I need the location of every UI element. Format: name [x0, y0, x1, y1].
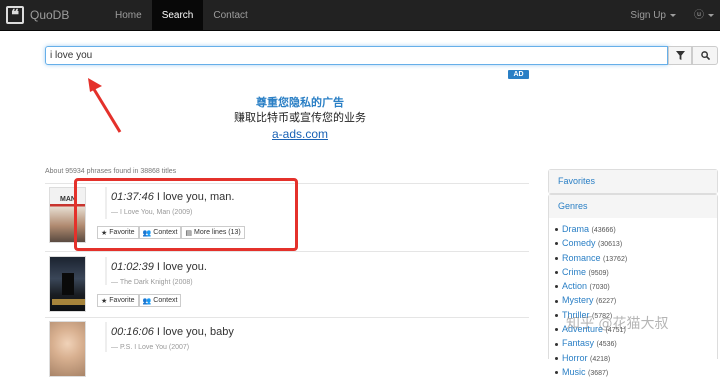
genre-item[interactable]: Romance (13762): [555, 252, 717, 266]
genre-name[interactable]: Mystery: [562, 295, 594, 305]
annotation-arrow-icon: [88, 78, 122, 133]
brand[interactable]: ❝ QuoDB: [6, 6, 69, 24]
result-item: 00:16:06 I love you, baby — P.S. I Love Y…: [45, 317, 529, 377]
genre-item[interactable]: Music (3687): [555, 366, 717, 380]
genre-count: (7030): [589, 284, 610, 292]
genres-heading[interactable]: Genres: [549, 195, 717, 218]
genre-name[interactable]: Romance: [562, 253, 601, 263]
genre-item[interactable]: Crime (9509): [555, 266, 717, 280]
quote-logo-icon: ❝: [6, 6, 24, 24]
filter-icon: [675, 51, 685, 60]
genre-count: (3687): [588, 369, 609, 377]
genre-name[interactable]: Comedy: [562, 238, 596, 248]
genre-count: (4218): [590, 355, 611, 363]
nav-home[interactable]: Home: [105, 0, 152, 31]
context-label: Context: [153, 297, 178, 304]
context-button[interactable]: 👥 Context: [138, 294, 182, 307]
filter-button[interactable]: [668, 46, 692, 65]
genre-name[interactable]: Crime: [562, 267, 586, 277]
quote-block: 01:02:39 I love you. — The Dark Knight (2…: [105, 257, 207, 286]
ad-badge[interactable]: AD: [508, 70, 529, 79]
genre-count: (43666): [591, 227, 616, 234]
genre-count: (13762): [603, 255, 628, 263]
favorite-label: Favorite: [109, 297, 135, 304]
watermark-text: 知乎 @花猫大叔: [566, 316, 669, 332]
result-item: 01:02:39 I love you. — The Dark Knight (2…: [45, 251, 529, 315]
ad-title: 尊重您隐私的广告: [256, 97, 344, 109]
favorite-button[interactable]: ★ Favorite: [97, 294, 139, 307]
genre-name[interactable]: Horror: [562, 353, 588, 363]
right-nav: Sign Up ⓤ: [620, 0, 720, 31]
genre-count: (4536): [596, 341, 617, 349]
main-nav: Home Search Contact: [105, 0, 258, 31]
ad-banner[interactable]: 尊重您隐私的广告 赚取比特币或宣传您的业务 a-ads.com: [170, 96, 430, 142]
result-actions: ★ Favorite 👥 Context: [97, 294, 182, 307]
genre-count: (6227): [596, 298, 617, 306]
results-count: About 95934 phrases found in 38868 title…: [45, 168, 177, 175]
signup-label: Sign Up: [630, 10, 666, 21]
nav-search[interactable]: Search: [151, 0, 204, 31]
genre-name[interactable]: Music: [562, 367, 586, 377]
caret-down-icon: [708, 13, 714, 17]
user-icon: ⓤ: [694, 10, 704, 21]
genre-item[interactable]: Fantasy (4536): [555, 337, 717, 351]
search-input[interactable]: i love you: [45, 46, 668, 65]
genre-count: (9509): [588, 269, 609, 277]
favorites-panel: Favorites: [548, 169, 718, 194]
genres-panel: Genres: [548, 194, 718, 218]
movie-poster[interactable]: [49, 321, 86, 377]
quote-source[interactable]: — P.S. I Love You (2007): [111, 344, 234, 351]
genre-item[interactable]: Comedy (30613): [555, 237, 717, 251]
genre-item[interactable]: Mystery (6227): [555, 294, 717, 308]
nav-contact[interactable]: Contact: [203, 0, 257, 31]
navbar: ❝ QuoDB Home Search Contact Sign Up ⓤ: [0, 0, 720, 31]
users-icon: 👥: [142, 297, 152, 305]
star-icon: ★: [101, 297, 108, 305]
quote-block: 00:16:06 I love you, baby — P.S. I Love Y…: [105, 322, 234, 352]
caret-down-icon: [670, 13, 676, 17]
quote-source[interactable]: — The Dark Knight (2008): [111, 279, 207, 286]
genre-item[interactable]: Action (7030): [555, 280, 717, 294]
search-button[interactable]: [692, 46, 718, 65]
genre-list: Drama (43666) Comedy (30613) Romance (13…: [548, 217, 718, 377]
genre-name[interactable]: Fantasy: [562, 338, 594, 348]
genre-count: (30613): [598, 241, 623, 249]
quote-line: I love you, baby: [156, 326, 234, 338]
genre-name[interactable]: Drama: [562, 224, 589, 234]
favorites-link[interactable]: Favorites: [549, 170, 717, 193]
quote-line: I love you.: [156, 261, 207, 273]
quote-time: 01:02:39: [111, 261, 154, 273]
signup-dropdown[interactable]: Sign Up: [620, 0, 694, 31]
quote-time: 00:16:06: [111, 326, 154, 338]
ad-link[interactable]: a-ads.com: [170, 126, 430, 142]
ad-subtitle: 赚取比特币或宣传您的业务: [234, 112, 366, 124]
user-menu[interactable]: ⓤ: [694, 0, 720, 31]
brand-name: QuoDB: [30, 8, 70, 22]
search-icon: [700, 51, 710, 60]
movie-poster[interactable]: [49, 256, 86, 312]
annotation-highlight-box: [74, 178, 298, 251]
genre-item[interactable]: Drama (43666): [555, 223, 717, 237]
genre-name[interactable]: Action: [562, 281, 587, 291]
